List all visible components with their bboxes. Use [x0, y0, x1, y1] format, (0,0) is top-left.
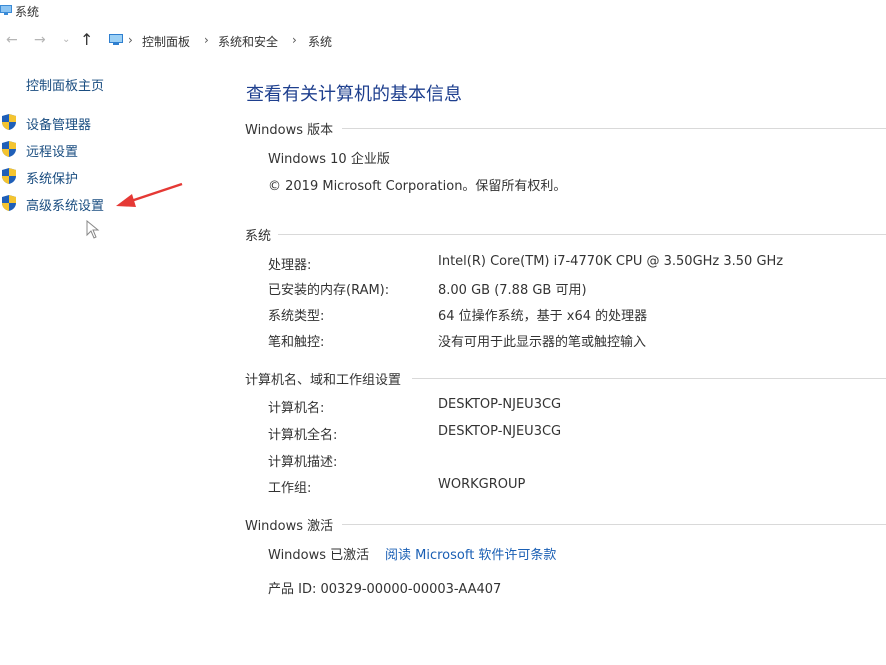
info-label: 计算机全名: [268, 428, 338, 443]
address-bar[interactable]: › 控制面板 › 系统和安全 › 系统 [104, 29, 886, 51]
ram-value: 8.00 GB (7.88 GB 可用) [438, 283, 587, 298]
sidebar-item-label: 系统保护 [26, 172, 79, 187]
info-label: 处理器: [268, 258, 312, 273]
chevron-down-icon[interactable]: ⌄ [62, 30, 70, 50]
sidebar-item-label: 远程设置 [26, 145, 79, 160]
control-panel-home-link[interactable]: 控制面板主页 [26, 75, 104, 94]
pen-touch-value: 没有可用于此显示器的笔或触控输入 [438, 335, 647, 350]
arrow-up-icon[interactable]: ↑ [80, 30, 93, 50]
breadcrumb-separator: › [292, 33, 297, 47]
info-label: 计算机描述: [268, 455, 338, 470]
system-type-value: 64 位操作系统，基于 x64 的处理器 [438, 309, 648, 324]
sidebar-item-remote-settings[interactable]: 远程设置 [0, 139, 200, 161]
shield-icon [2, 114, 16, 130]
shield-icon [2, 141, 16, 157]
breadcrumb-separator: › [204, 33, 209, 47]
full-computer-name-value: DESKTOP-NJEU3CG [438, 424, 562, 439]
product-id: 产品 ID: 00329-00000-00003-AA407 [268, 582, 502, 597]
sidebar-item-label: 设备管理器 [26, 118, 92, 133]
sidebar-item-label: 高级系统设置 [26, 199, 105, 214]
arrow-right-icon[interactable]: → [34, 30, 46, 50]
section-header-computer-name: 计算机名、域和工作组设置 [245, 373, 402, 388]
control-panel-icon [109, 34, 123, 45]
annotation-arrow-icon [116, 182, 183, 207]
breadcrumb-control-panel[interactable]: 控制面板 [142, 33, 190, 50]
edition-name: Windows 10 企业版 [268, 152, 390, 167]
activation-status: Windows 已激活 [268, 548, 370, 563]
system-icon [0, 5, 12, 15]
computer-name-value: DESKTOP-NJEU3CG [438, 397, 562, 412]
divider [278, 234, 886, 235]
sidebar-item-device-manager[interactable]: 设备管理器 [0, 112, 200, 134]
info-label: 系统类型: [268, 309, 325, 324]
info-label: 已安装的内存(RAM): [268, 283, 390, 298]
divider [342, 128, 886, 129]
info-label: 计算机名: [268, 401, 325, 416]
shield-icon [2, 168, 16, 184]
breadcrumb-separator: › [128, 33, 133, 47]
breadcrumb-system[interactable]: 系统 [308, 33, 332, 50]
mouse-cursor-icon [86, 220, 100, 239]
window-title: 系统 [15, 5, 40, 19]
shield-icon [2, 195, 16, 211]
workgroup-value: WORKGROUP [438, 477, 526, 492]
info-label: 笔和触控: [268, 335, 325, 350]
copyright-text: © 2019 Microsoft Corporation。保留所有权利。 [268, 179, 567, 194]
navigation-bar: ← → ⌄ ↑ › 控制面板 › 系统和安全 › 系统 [0, 28, 886, 54]
title-bar: 系统 [0, 0, 886, 24]
license-terms-link[interactable]: 阅读 Microsoft 软件许可条款 [385, 544, 556, 563]
arrow-left-icon[interactable]: ← [6, 30, 18, 50]
breadcrumb-system-security[interactable]: 系统和安全 [218, 33, 278, 50]
processor-value: Intel(R) Core(TM) i7-4770K CPU @ 3.50GHz… [438, 254, 784, 269]
info-label: 工作组: [268, 481, 312, 496]
section-header-system: 系统 [245, 229, 272, 244]
divider [412, 378, 886, 379]
page-title: 查看有关计算机的基本信息 [246, 84, 462, 105]
section-header-edition: Windows 版本 [245, 123, 334, 138]
section-header-activation: Windows 激活 [245, 519, 334, 534]
divider [342, 524, 886, 525]
